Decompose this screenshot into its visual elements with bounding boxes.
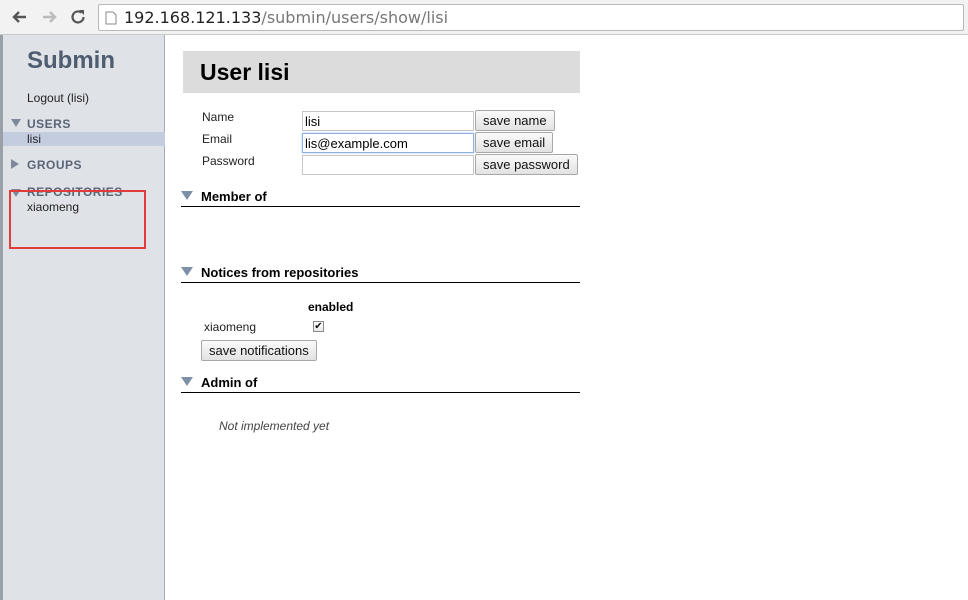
save-password-button[interactable]: save password xyxy=(475,154,578,175)
not-implemented-note: Not implemented yet xyxy=(219,419,330,433)
page-icon xyxy=(105,11,117,25)
email-label: Email xyxy=(202,132,233,146)
save-notifications-button[interactable]: save notifications xyxy=(201,340,317,361)
repositories-section-title[interactable]: REPOSITORIES xyxy=(27,185,123,199)
groups-collapsed-icon[interactable] xyxy=(11,159,19,169)
url-text: 192.168.121.133/submin/users/show/lisi xyxy=(124,8,449,27)
reload-icon xyxy=(71,10,85,24)
back-arrow-icon xyxy=(12,11,26,23)
notices-section[interactable]: Notices from repositories xyxy=(181,263,580,283)
notice-repo-name: xiaomeng xyxy=(204,320,257,334)
back-button[interactable] xyxy=(9,6,31,28)
save-email-button[interactable]: save email xyxy=(475,132,554,153)
main-content: User lisi Name save name Email save emai… xyxy=(166,35,968,600)
browser-toolbar: 192.168.121.133/submin/users/show/lisi xyxy=(0,0,968,35)
logout-link[interactable]: Logout (lisi) xyxy=(27,91,89,105)
address-bar[interactable]: 192.168.121.133/submin/users/show/lisi xyxy=(98,4,964,31)
brand-title: Submin xyxy=(27,47,115,74)
notices-title: Notices from repositories xyxy=(201,265,359,280)
notice-enabled-checkbox[interactable]: ✔ xyxy=(313,321,324,332)
admin-of-title: Admin of xyxy=(201,375,258,390)
forward-arrow-icon xyxy=(43,11,57,23)
page-title-bar: User lisi xyxy=(183,51,580,93)
expand-triangle-icon xyxy=(181,191,193,200)
password-label: Password xyxy=(202,154,255,168)
enabled-column-header: enabled xyxy=(308,300,354,314)
repositories-expand-icon[interactable] xyxy=(11,189,21,197)
expand-triangle-icon xyxy=(181,267,193,276)
name-label: Name xyxy=(202,110,235,124)
expand-triangle-icon xyxy=(181,377,193,386)
save-name-button[interactable]: save name xyxy=(475,110,555,131)
forward-button[interactable] xyxy=(38,6,60,28)
groups-section-title[interactable]: GROUPS xyxy=(27,158,82,172)
member-of-title: Member of xyxy=(201,189,267,204)
users-section-title[interactable]: USERS xyxy=(27,117,71,131)
member-of-section[interactable]: Member of xyxy=(181,187,580,207)
reload-button[interactable] xyxy=(67,6,89,28)
sidebar-repo-xiaomeng[interactable]: xiaomeng xyxy=(3,200,165,214)
page-title: User lisi xyxy=(200,59,290,85)
email-field[interactable] xyxy=(302,133,474,153)
admin-of-section[interactable]: Admin of xyxy=(181,373,580,393)
name-field[interactable] xyxy=(302,111,474,131)
sidebar-user-lisi[interactable]: lisi xyxy=(3,132,165,146)
sidebar: Submin Logout (lisi) USERS lisi GROUPS R… xyxy=(0,35,165,600)
password-field[interactable] xyxy=(302,155,474,175)
users-expand-icon[interactable] xyxy=(11,119,21,127)
